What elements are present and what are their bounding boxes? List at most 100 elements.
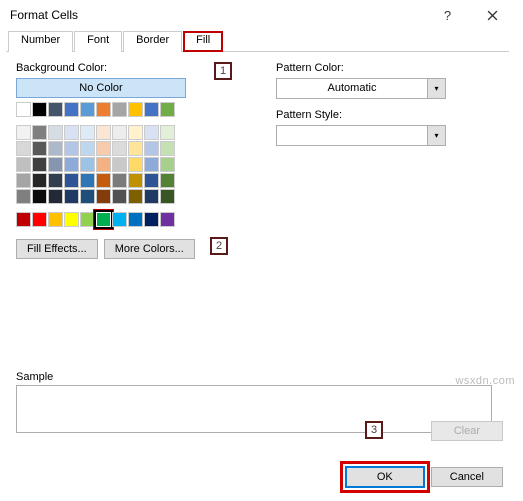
color-swatch[interactable]	[48, 189, 63, 204]
standard-color-swatch[interactable]	[32, 212, 47, 227]
standard-color-swatch[interactable]	[16, 212, 31, 227]
color-swatch[interactable]	[48, 141, 63, 156]
standard-color-swatch[interactable]	[112, 212, 127, 227]
color-swatch[interactable]	[160, 173, 175, 188]
color-swatch[interactable]	[144, 141, 159, 156]
color-swatch[interactable]	[112, 189, 127, 204]
color-swatch[interactable]	[112, 173, 127, 188]
cancel-button[interactable]: Cancel	[431, 467, 503, 487]
color-swatch[interactable]	[144, 189, 159, 204]
color-swatch[interactable]	[80, 141, 95, 156]
watermark: wsxdn.com	[455, 375, 515, 387]
color-swatch[interactable]	[32, 141, 47, 156]
color-swatch[interactable]	[32, 173, 47, 188]
color-swatch[interactable]	[96, 173, 111, 188]
color-swatch[interactable]	[16, 141, 31, 156]
color-swatch[interactable]	[80, 173, 95, 188]
color-swatch[interactable]	[80, 125, 95, 140]
background-color-label: Background Color:	[16, 62, 246, 74]
pattern-style-label: Pattern Style:	[276, 109, 499, 121]
color-swatch[interactable]	[48, 102, 63, 117]
color-swatch[interactable]	[96, 125, 111, 140]
color-swatch[interactable]	[80, 102, 95, 117]
color-swatch[interactable]	[128, 189, 143, 204]
color-swatch[interactable]	[32, 189, 47, 204]
color-swatch[interactable]	[144, 173, 159, 188]
color-swatch[interactable]	[16, 189, 31, 204]
color-swatch[interactable]	[32, 102, 47, 117]
color-swatch[interactable]	[128, 157, 143, 172]
chevron-down-icon: ▾	[428, 125, 446, 146]
standard-color-swatch[interactable]	[128, 212, 143, 227]
color-swatch[interactable]	[96, 102, 111, 117]
fill-effects-button[interactable]: Fill Effects...	[16, 239, 98, 259]
color-swatch[interactable]	[64, 189, 79, 204]
sample-preview	[16, 385, 492, 433]
window-title: Format Cells	[10, 8, 425, 22]
tab-fill[interactable]: Fill	[183, 31, 223, 52]
color-swatch[interactable]	[16, 125, 31, 140]
help-button[interactable]: ?	[425, 0, 470, 30]
color-swatch[interactable]	[80, 157, 95, 172]
color-swatch[interactable]	[144, 125, 159, 140]
sample-label: Sample	[16, 371, 492, 383]
annotation-2: 2	[210, 237, 228, 255]
color-swatch[interactable]	[64, 125, 79, 140]
annotation-1: 1	[214, 62, 232, 80]
color-swatch[interactable]	[16, 173, 31, 188]
color-swatch[interactable]	[96, 189, 111, 204]
close-icon	[487, 10, 498, 21]
color-swatch[interactable]	[128, 141, 143, 156]
standard-color-swatch[interactable]	[48, 212, 63, 227]
tab-strip: Number Font Border Fill	[6, 30, 509, 52]
color-swatch[interactable]	[16, 157, 31, 172]
color-swatch[interactable]	[16, 102, 31, 117]
tab-border[interactable]: Border	[123, 31, 182, 52]
color-swatch[interactable]	[48, 125, 63, 140]
color-swatch[interactable]	[128, 102, 143, 117]
color-swatch[interactable]	[128, 125, 143, 140]
standard-color-swatch[interactable]	[64, 212, 79, 227]
color-swatch[interactable]	[32, 125, 47, 140]
standard-color-swatch[interactable]	[144, 212, 159, 227]
color-swatch[interactable]	[112, 125, 127, 140]
standard-color-swatch[interactable]	[96, 212, 111, 227]
tab-font[interactable]: Font	[74, 31, 122, 52]
color-swatch[interactable]	[48, 173, 63, 188]
standard-color-swatch[interactable]	[80, 212, 95, 227]
color-swatch[interactable]	[32, 157, 47, 172]
more-colors-button[interactable]: More Colors...	[104, 239, 195, 259]
color-swatch[interactable]	[144, 157, 159, 172]
color-swatch[interactable]	[48, 157, 63, 172]
clear-button[interactable]: Clear	[431, 421, 503, 441]
dialog-buttons: Clear OK Cancel	[0, 453, 515, 501]
color-swatch[interactable]	[160, 141, 175, 156]
chevron-down-icon: ▾	[428, 78, 446, 99]
color-swatch[interactable]	[112, 157, 127, 172]
standard-color-swatch[interactable]	[160, 212, 175, 227]
close-button[interactable]	[470, 0, 515, 30]
color-swatch[interactable]	[144, 102, 159, 117]
color-swatch[interactable]	[112, 141, 127, 156]
pattern-color-dropdown[interactable]: Automatic ▾	[276, 78, 499, 99]
color-swatch[interactable]	[64, 102, 79, 117]
color-swatch[interactable]	[160, 189, 175, 204]
pattern-color-label: Pattern Color:	[276, 62, 499, 74]
color-swatch[interactable]	[64, 141, 79, 156]
pattern-style-dropdown[interactable]: ▾	[276, 125, 499, 146]
color-swatch[interactable]	[64, 173, 79, 188]
titlebar: Format Cells ?	[0, 0, 515, 30]
color-swatch[interactable]	[96, 141, 111, 156]
tab-number[interactable]: Number	[8, 31, 73, 52]
ok-button[interactable]: OK	[345, 466, 425, 488]
color-swatch[interactable]	[160, 157, 175, 172]
no-color-button[interactable]: No Color	[16, 78, 186, 98]
color-swatch[interactable]	[160, 102, 175, 117]
color-swatch[interactable]	[64, 157, 79, 172]
color-swatch[interactable]	[128, 173, 143, 188]
color-swatch[interactable]	[96, 157, 111, 172]
color-swatch[interactable]	[80, 189, 95, 204]
color-swatch[interactable]	[160, 125, 175, 140]
theme-colors-grid	[16, 102, 246, 204]
color-swatch[interactable]	[112, 102, 127, 117]
